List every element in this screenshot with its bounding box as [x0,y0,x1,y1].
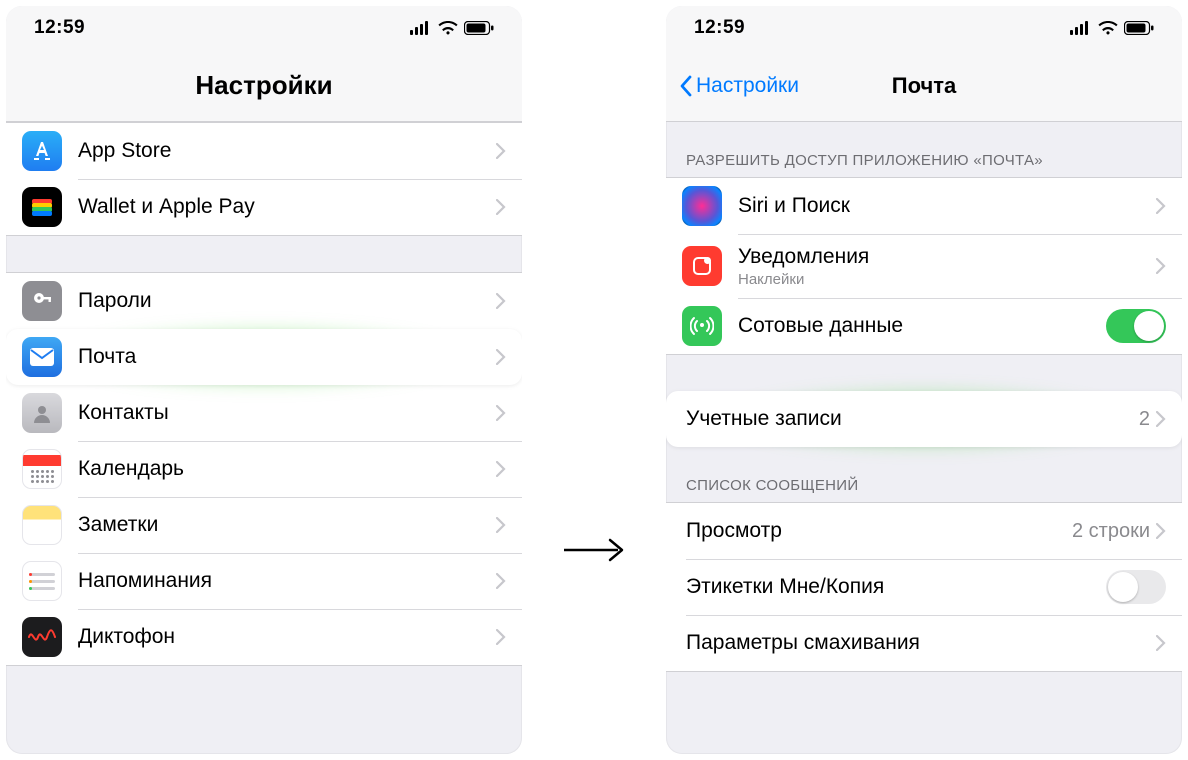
message-list-group: Просмотр 2 строки Этикетки Мне/Копия Пар… [666,502,1182,672]
preview-value: 2 строки [1072,520,1150,543]
calendar-icon [22,449,62,489]
highlight-mail: Почта [6,329,522,385]
row-voice[interactable]: Диктофон [6,609,522,665]
voice-memo-icon [22,617,62,657]
status-bar: 12:59 [666,6,1182,50]
mail-icon [22,337,62,377]
wallet-icon [22,187,62,227]
row-label: Учетные записи [686,407,1139,431]
flow-arrow [562,537,626,563]
row-label: Календарь [78,457,496,481]
row-label: Siri и Поиск [738,194,1156,218]
row-label: Сотовые данные [738,314,1106,338]
row-label: Контакты [78,401,496,425]
chevron-right-icon [496,461,506,477]
row-label: Почта [78,345,496,369]
battery-icon [464,21,494,35]
chevron-right-icon [496,143,506,159]
highlight-accounts: Учетные записи 2 [666,391,1182,447]
cellular-data-icon [682,306,722,346]
chevron-right-icon [496,629,506,645]
row-label: Пароли [78,289,496,313]
back-label: Настройки [696,74,799,98]
row-calendar[interactable]: Календарь [6,441,522,497]
chevron-right-icon [1156,635,1166,651]
wifi-icon [1098,21,1118,35]
row-label: Параметры смахивания [686,631,1156,655]
row-label: App Store [78,139,496,163]
chevron-right-icon [496,293,506,309]
row-label: Диктофон [78,625,496,649]
settings-group-apps: App Store Wallet и Apple Pay [6,122,522,236]
notes-icon [22,505,62,545]
row-label: Заметки [78,513,496,537]
appstore-icon [22,131,62,171]
accounts-count: 2 [1139,408,1150,431]
status-time: 12:59 [34,17,85,39]
status-icons [410,21,494,35]
section-header-allow: РАЗРЕШИТЬ ДОСТУП ПРИЛОЖЕНИЮ «ПОЧТА» [666,122,1182,177]
row-notifications[interactable]: Уведомления Наклейки [666,234,1182,298]
settings-screen: 12:59 Настройки App Store Wa [6,6,522,754]
status-bar: 12:59 [6,6,522,50]
cellular-icon [410,21,432,35]
chevron-right-icon [1156,523,1166,539]
chevron-right-icon [496,517,506,533]
allow-access-group: Siri и Поиск Уведомления Наклейки Сотовы… [666,177,1182,355]
wifi-icon [438,21,458,35]
row-notes[interactable]: Заметки [6,497,522,553]
row-label: Напоминания [78,569,496,593]
page-title: Настройки [6,70,522,101]
row-sublabel: Наклейки [738,271,1156,288]
cellular-toggle[interactable] [1106,309,1166,343]
mail-settings-screen: 12:59 Настройки Почта РАЗРЕШИТЬ ДОСТУП П… [666,6,1182,754]
settings-group-builtin: Пароли Почта Контакты [6,272,522,666]
cellular-icon [1070,21,1092,35]
accounts-group: Учетные записи 2 [666,391,1182,447]
status-icons [1070,21,1154,35]
chevron-right-icon [1156,198,1166,214]
chevron-right-icon [1156,411,1166,427]
row-label: Просмотр [686,519,1072,543]
row-cellular[interactable]: Сотовые данные [666,298,1182,354]
row-preview[interactable]: Просмотр 2 строки [666,503,1182,559]
chevron-right-icon [496,349,506,365]
back-button[interactable]: Настройки [678,50,799,121]
row-accounts[interactable]: Учетные записи 2 [666,391,1182,447]
notifications-icon [682,246,722,286]
row-siri[interactable]: Siri и Поиск [666,178,1182,234]
row-mail[interactable]: Почта [6,329,522,385]
row-appstore[interactable]: App Store [6,123,522,179]
row-label: Этикетки Мне/Копия [686,575,1106,599]
chevron-right-icon [496,405,506,421]
reminders-icon [22,561,62,601]
nav-bar: Настройки Почта [666,50,1182,122]
row-label: Уведомления [738,245,1156,269]
row-label: Wallet и Apple Pay [78,195,496,219]
nav-bar: Настройки [6,50,522,122]
row-labels-toggle[interactable]: Этикетки Мне/Копия [666,559,1182,615]
chevron-right-icon [496,199,506,215]
chevron-right-icon [1156,258,1166,274]
labels-toggle[interactable] [1106,570,1166,604]
row-wallet[interactable]: Wallet и Apple Pay [6,179,522,235]
row-swipe[interactable]: Параметры смахивания [666,615,1182,671]
battery-icon [1124,21,1154,35]
siri-icon [682,186,722,226]
status-time: 12:59 [694,17,745,39]
chevron-right-icon [496,573,506,589]
row-reminders[interactable]: Напоминания [6,553,522,609]
